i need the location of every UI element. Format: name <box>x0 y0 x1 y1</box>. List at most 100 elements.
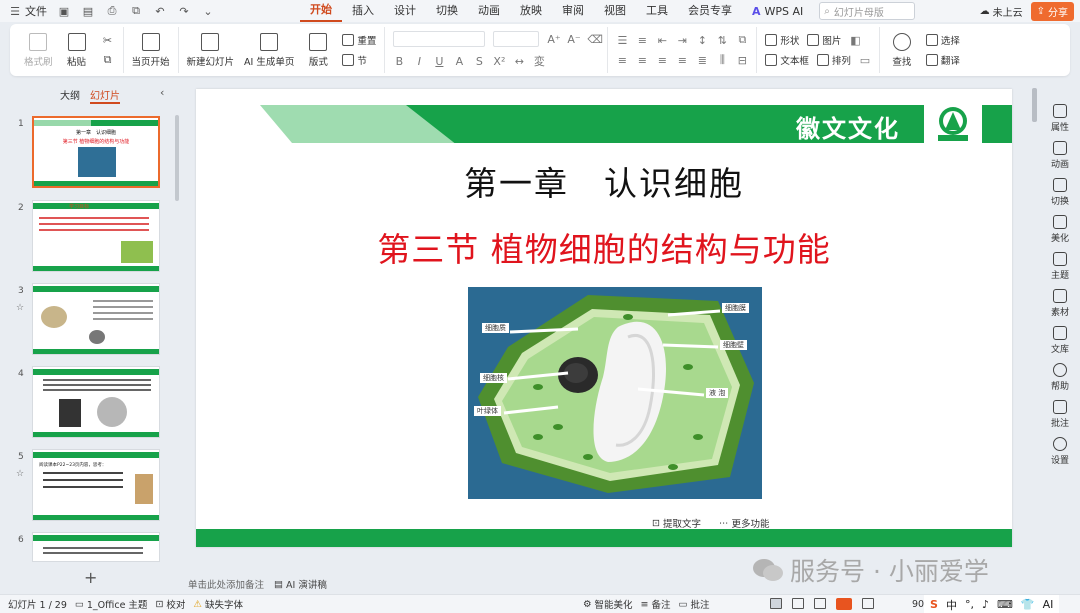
underline-icon[interactable]: U <box>433 55 445 68</box>
redo-icon[interactable]: ↷ <box>177 4 191 18</box>
skin-icon[interactable]: 👕 <box>1021 598 1035 611</box>
bullet-list-icon[interactable]: ☰ <box>616 34 628 47</box>
font-family-select[interactable] <box>393 31 486 47</box>
cut-icon[interactable]: ✂ <box>101 33 115 47</box>
shape-button[interactable]: 形状 <box>765 33 799 47</box>
sogou-icon[interactable]: S <box>930 598 938 611</box>
reset-button[interactable]: 重置 <box>342 33 376 47</box>
plant-cell-model-photo[interactable]: 细胞质 细胞膜 细胞壁 细胞核 液 泡 叶绿体 <box>468 287 762 499</box>
ime-language[interactable]: 中 <box>946 597 957 613</box>
slide-thumbnail-1[interactable]: 第一章 认识细胞 第三节 植物细胞的结构与功能 <box>32 116 160 188</box>
indent-icon[interactable]: ⇥ <box>676 34 688 47</box>
notes-placeholder[interactable]: 单击此处添加备注 <box>188 577 264 591</box>
theme-indicator[interactable]: ▭ 1_Office 主题 <box>75 597 148 612</box>
cloud-status[interactable]: ☁ 未上云 <box>980 4 1023 19</box>
slide-sorter-view-icon[interactable] <box>792 598 804 609</box>
star-icon[interactable]: ☆ <box>16 303 24 313</box>
font-size-select[interactable] <box>493 31 540 47</box>
tab-view[interactable]: 视图 <box>594 0 636 22</box>
animation-button[interactable]: 动画 <box>1051 141 1069 170</box>
columns-icon[interactable]: ⫼ <box>716 53 728 67</box>
properties-button[interactable]: 属性 <box>1051 104 1069 133</box>
tab-slideshow[interactable]: 放映 <box>510 0 552 22</box>
picture-button[interactable]: 图片 <box>807 33 841 47</box>
slide-thumbnail-5[interactable]: 阅读课本P22~23页内容，思考： <box>32 449 160 521</box>
increase-font-icon[interactable]: A⁺ <box>547 33 560 46</box>
find-button[interactable]: 查找 <box>888 32 916 68</box>
superscript-icon[interactable]: X² <box>493 55 505 68</box>
paste-button[interactable]: 粘贴 <box>63 32 91 68</box>
tab-outline[interactable]: 大纲 <box>60 87 80 104</box>
wps-ai-button[interactable]: A WPS AI <box>742 5 813 18</box>
library-button[interactable]: 文库 <box>1051 326 1069 355</box>
slide-subtitle[interactable]: 第三节 植物细胞的结构与功能 <box>196 223 1012 271</box>
save-icon[interactable]: ▣ <box>57 4 71 18</box>
translate-button[interactable]: 翻译 <box>925 53 960 67</box>
tab-insert[interactable]: 插入 <box>342 0 384 22</box>
slide-thumbnail-3[interactable] <box>32 283 160 355</box>
share-button[interactable]: ⇪ 分享 <box>1030 2 1074 21</box>
section-button[interactable]: 节 <box>342 53 376 67</box>
zoom-level[interactable]: 90 <box>912 599 924 610</box>
add-slide-button[interactable]: + <box>84 568 97 587</box>
notes-toggle-button[interactable]: ≡ 备注 <box>641 597 671 612</box>
layout-button[interactable]: 版式 <box>304 32 332 68</box>
comments-toggle-button[interactable]: ▭ 批注 <box>679 597 710 612</box>
textbox-button[interactable]: 文本框 <box>765 53 809 67</box>
slide-thumbnail-4[interactable] <box>32 366 160 438</box>
proofread-button[interactable]: ⊡ 校对 <box>155 597 185 612</box>
ai-speech-button[interactable]: ▤ AI 演讲稿 <box>274 577 327 592</box>
text-direction-icon[interactable]: ⇅ <box>716 34 728 47</box>
normal-view-icon[interactable] <box>770 598 782 609</box>
slide-thumbnail-6[interactable] <box>32 532 160 562</box>
star-icon[interactable]: ☆ <box>16 469 24 479</box>
bold-icon[interactable]: B <box>393 55 405 68</box>
tab-design[interactable]: 设计 <box>384 0 426 22</box>
tab-tools[interactable]: 工具 <box>636 0 678 22</box>
outline-icon[interactable]: ▭ <box>859 54 871 67</box>
start-from-current-button[interactable]: 当页开始 <box>132 32 170 68</box>
comments-button[interactable]: 批注 <box>1051 400 1069 429</box>
distribute-icon[interactable]: ≣ <box>696 54 708 67</box>
punctuation-icon[interactable]: °, <box>965 598 974 611</box>
reading-view-icon[interactable] <box>814 598 826 609</box>
print-icon[interactable]: ⎙ <box>105 4 119 18</box>
numbered-list-icon[interactable]: ≡ <box>636 34 648 47</box>
align-center-icon[interactable]: ≡ <box>636 54 648 67</box>
keyboard-icon[interactable]: ⌨ <box>997 598 1013 611</box>
thumbnail-scrollbar[interactable] <box>175 115 179 201</box>
fit-window-icon[interactable] <box>862 598 874 609</box>
arrange-button[interactable]: 排列 <box>816 53 851 67</box>
fill-icon[interactable]: ◧ <box>849 34 861 47</box>
smart-beautify-button[interactable]: ⚙ 智能美化 <box>583 597 633 612</box>
char-spacing-icon[interactable]: ↔ <box>513 55 525 68</box>
ai-icon[interactable]: AI <box>1043 598 1054 611</box>
new-slide-button[interactable]: 新建幻灯片 <box>187 32 234 68</box>
tab-member[interactable]: 会员专享 <box>678 0 742 22</box>
slide-title[interactable]: 第一章 认识细胞 <box>196 157 1012 205</box>
copy-icon[interactable]: ⧉ <box>101 53 115 67</box>
slide-thumbnail-2[interactable]: 学习目标 <box>32 200 160 272</box>
italic-icon[interactable]: I <box>413 55 425 68</box>
strikethrough-icon[interactable]: A <box>453 55 465 68</box>
tab-home[interactable]: 开始 <box>300 0 342 22</box>
select-button[interactable]: 选择 <box>925 33 960 47</box>
microphone-icon[interactable]: ♪ <box>982 598 989 611</box>
outdent-icon[interactable]: ⇤ <box>656 34 668 47</box>
search-input[interactable]: ⌕ 幻灯片母版 <box>819 2 916 20</box>
tab-slides[interactable]: 幻灯片 <box>90 87 120 104</box>
convert-smartart-icon[interactable]: ⧉ <box>736 33 748 47</box>
line-spacing-icon[interactable]: ↕ <box>696 34 708 47</box>
theme-button[interactable]: 主题 <box>1051 252 1069 281</box>
play-slideshow-icon[interactable] <box>836 598 852 610</box>
ai-slide-button[interactable]: AI 生成单页 <box>244 32 294 68</box>
transition-button[interactable]: 切换 <box>1051 178 1069 207</box>
beautify-button[interactable]: 美化 <box>1051 215 1069 244</box>
quick-access-dropdown-icon[interactable]: ⌄ <box>201 4 215 18</box>
undo-icon[interactable]: ↶ <box>153 4 167 18</box>
print-preview-icon[interactable]: ⧉ <box>129 4 143 18</box>
tab-animations[interactable]: 动画 <box>468 0 510 22</box>
tab-transitions[interactable]: 切换 <box>426 0 468 22</box>
phonetic-icon[interactable]: 変 <box>533 53 545 69</box>
settings-button[interactable]: 设置 <box>1051 437 1069 466</box>
